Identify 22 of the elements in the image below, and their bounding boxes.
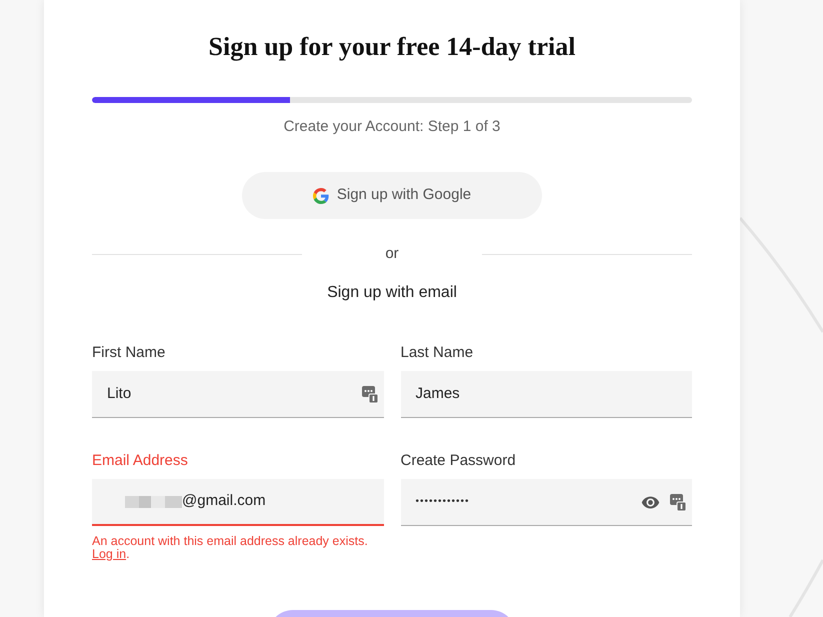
- input-field[interactable]: ••••••••••••: [400, 479, 692, 526]
- field-value: James: [416, 384, 460, 404]
- field-label: Create Password: [400, 451, 517, 471]
- field-label: First Name: [92, 343, 166, 363]
- step-label: Create your Account: Step 1 of 3: [284, 117, 500, 137]
- section-heading: Sign up with email: [327, 283, 457, 303]
- field-label: Last Name: [400, 343, 474, 363]
- input-field[interactable]: James: [400, 371, 692, 418]
- field-label: Email Address: [92, 451, 189, 471]
- input-field[interactable]: @gmail.com: [92, 479, 384, 526]
- divider-label: or: [384, 244, 400, 264]
- google-signup-button[interactable]: Sign up with Google: [242, 172, 542, 219]
- password-manager-icon[interactable]: [670, 494, 686, 510]
- input-field[interactable]: Lito: [92, 371, 384, 418]
- page-title: Sign up for your free 14-day trial: [208, 31, 576, 63]
- error-message: An account with this email address already exists. Log in.: [92, 535, 369, 561]
- field-value: @gmail.com: [182, 491, 266, 512]
- field-value: Lito: [107, 384, 132, 404]
- password-value: ••••••••••••: [416, 497, 470, 507]
- login-link[interactable]: Log in: [92, 547, 126, 561]
- google-logo-icon: [312, 188, 329, 204]
- password-manager-icon[interactable]: [362, 386, 378, 402]
